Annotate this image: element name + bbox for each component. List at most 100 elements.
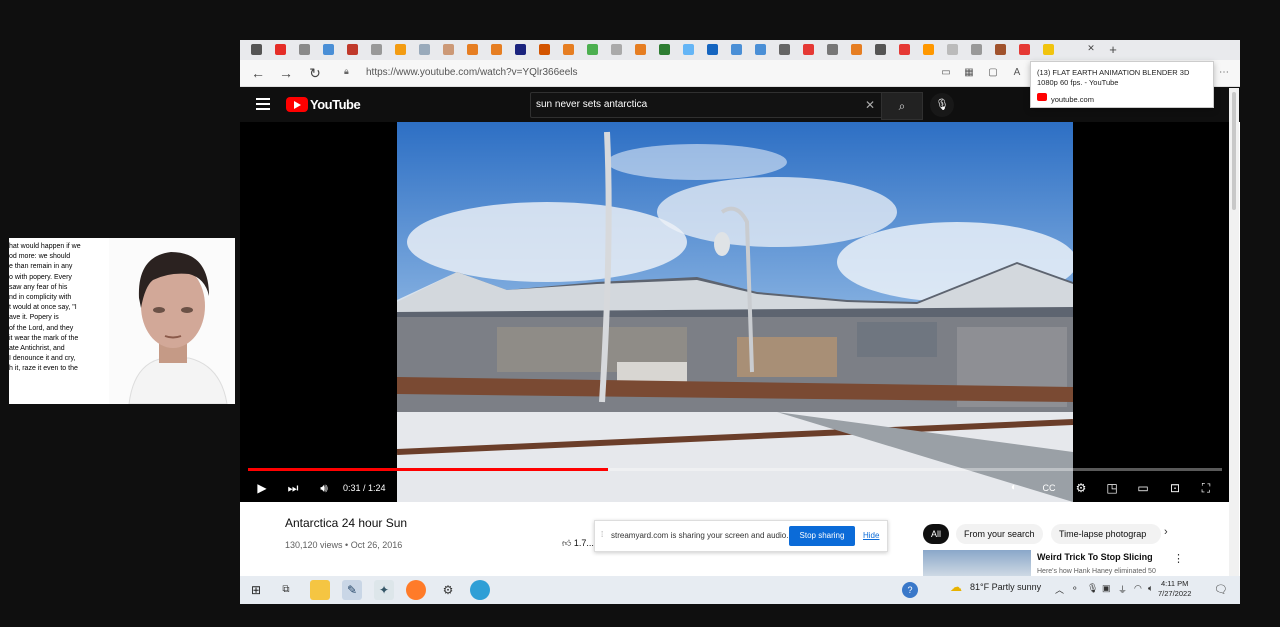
- search-button[interactable]: ⌕: [881, 92, 923, 120]
- chip-all[interactable]: All: [923, 524, 950, 544]
- chip-time-lapse[interactable]: Time-lapse photograp: [1051, 524, 1161, 544]
- browser-tab[interactable]: [848, 43, 864, 57]
- chip-from-your-search[interactable]: From your search: [956, 524, 1043, 544]
- browser-tab[interactable]: [440, 43, 456, 57]
- recommendation-title[interactable]: Weird Trick To Stop Slicing: [1037, 552, 1153, 562]
- reader-icon[interactable]: A: [1010, 66, 1024, 80]
- read-aloud-icon[interactable]: ▭: [939, 66, 953, 80]
- browser-tab[interactable]: [368, 43, 384, 57]
- network-tray-icon[interactable]: ⏚: [1118, 583, 1127, 596]
- progress-bar[interactable]: [248, 468, 1222, 471]
- tray-expand-icon[interactable]: ︿: [1055, 583, 1064, 596]
- url-field[interactable]: https://www.youtube.com/watch?v=YQlr366e…: [338, 63, 928, 83]
- like-count: 1.7...: [573, 538, 594, 548]
- browser-tab[interactable]: [560, 43, 576, 57]
- weather-text[interactable]: 81°F Partly sunny: [970, 582, 1041, 592]
- next-icon[interactable]: ⏭: [283, 478, 303, 498]
- drag-handle-icon[interactable]: ⁞: [601, 530, 603, 539]
- volume-icon[interactable]: 🔊︎: [314, 478, 334, 498]
- browser-tab[interactable]: [776, 43, 792, 57]
- browser-tab[interactable]: [272, 43, 288, 57]
- browser-tab[interactable]: [416, 43, 432, 57]
- tab-favicon-icon: [970, 44, 982, 55]
- browser-tab[interactable]: [656, 43, 672, 57]
- webcam-text-line: hat would happen if we: [9, 243, 81, 250]
- browser-tab[interactable]: [1040, 43, 1056, 57]
- notifications-icon[interactable]: 🗨︎: [1214, 583, 1228, 596]
- tab-favicon-icon: [298, 44, 310, 55]
- browser-tab[interactable]: [992, 43, 1008, 57]
- settings-app-icon[interactable]: ⚙: [438, 580, 458, 600]
- firefox-icon[interactable]: [406, 580, 426, 600]
- hide-button[interactable]: Hide: [863, 531, 879, 540]
- new-tab-button[interactable]: +: [1105, 43, 1121, 57]
- browser-tab[interactable]: [920, 43, 936, 57]
- browser-tab[interactable]: [296, 43, 312, 57]
- tray-icon-1[interactable]: ⚬: [1071, 583, 1079, 594]
- tab-favicon-icon: [490, 44, 502, 55]
- browser-tab[interactable]: [248, 43, 264, 57]
- forward-icon[interactable]: →: [277, 64, 295, 82]
- tab-close-icon[interactable]: ✕: [1083, 43, 1099, 57]
- browser-tab[interactable]: [1016, 43, 1032, 57]
- page-scrollbar[interactable]: [1229, 88, 1239, 576]
- help-icon[interactable]: ?: [902, 582, 918, 598]
- scrollbar-thumb[interactable]: [1232, 92, 1236, 210]
- clock[interactable]: 4:11 PM 7/27/2022: [1158, 579, 1191, 599]
- browser-tab[interactable]: [824, 43, 840, 57]
- edge-icon[interactable]: [470, 580, 490, 600]
- refresh-icon[interactable]: ↻: [306, 64, 324, 82]
- recommendation-thumbnail[interactable]: [923, 550, 1031, 576]
- play-icon[interactable]: ▶: [252, 478, 272, 498]
- tab-favicon-icon: [1018, 44, 1030, 55]
- browser-tab[interactable]: [944, 43, 960, 57]
- browser-tab[interactable]: [320, 43, 336, 57]
- browser-tab[interactable]: [512, 43, 528, 57]
- browser-tab[interactable]: [632, 43, 648, 57]
- cast-icon[interactable]: ⊡: [1164, 478, 1186, 498]
- start-icon[interactable]: ⊞: [246, 580, 266, 600]
- browser-tab[interactable]: [344, 43, 360, 57]
- theater-mode-icon[interactable]: ▭: [1132, 478, 1154, 498]
- miniplayer-icon[interactable]: ◳: [1101, 478, 1123, 498]
- menu-icon[interactable]: [256, 98, 270, 110]
- mic-icon[interactable]: 🎙︎: [930, 93, 954, 117]
- apps-icon[interactable]: ▦: [962, 66, 976, 80]
- browser-tab[interactable]: [488, 43, 504, 57]
- browser-tab[interactable]: [896, 43, 912, 57]
- browser-tab[interactable]: [872, 43, 888, 57]
- video-player[interactable]: ▶ ⏭ 🔊︎ 0:31 / 1:24 ◐ CC ⚙ ◳ ▭ ⊡ ⛶: [240, 122, 1230, 502]
- speaker-icon[interactable]: 🔈︎: [1148, 583, 1153, 594]
- browser-tab[interactable]: [584, 43, 600, 57]
- clear-search-icon[interactable]: ✕: [865, 93, 875, 117]
- chips-next-icon[interactable]: ›: [1164, 526, 1168, 538]
- browser-tab[interactable]: [608, 43, 624, 57]
- recommendation-menu-icon[interactable]: ⋮: [1173, 552, 1184, 565]
- search-input[interactable]: sun never sets antarctica ✕: [530, 92, 882, 118]
- browser-tab[interactable]: [536, 43, 552, 57]
- wifi-icon[interactable]: ◠: [1134, 583, 1142, 594]
- app-icon[interactable]: ✦: [374, 580, 394, 600]
- back-icon[interactable]: ←: [249, 64, 267, 82]
- like-button[interactable]: 👍︎ 1.7...: [562, 538, 594, 549]
- more-icon[interactable]: ⋯: [1217, 66, 1231, 80]
- mic-tray-icon[interactable]: 🎙︎: [1087, 583, 1098, 594]
- browser-tab[interactable]: [704, 43, 720, 57]
- split-screen-icon[interactable]: ▢: [986, 66, 1000, 80]
- task-view-icon[interactable]: ⧉: [276, 580, 296, 600]
- browser-tab[interactable]: [752, 43, 768, 57]
- settings-icon[interactable]: ⚙: [1070, 478, 1092, 498]
- browser-tab[interactable]: [464, 43, 480, 57]
- browser-tab[interactable]: [800, 43, 816, 57]
- browser-tab[interactable]: [392, 43, 408, 57]
- file-explorer-icon[interactable]: [310, 580, 330, 600]
- captions-icon[interactable]: CC: [1038, 478, 1060, 498]
- display-tray-icon[interactable]: ▣: [1102, 583, 1111, 594]
- browser-tab[interactable]: [680, 43, 696, 57]
- stop-sharing-button[interactable]: Stop sharing: [789, 526, 855, 546]
- autoplay-toggle[interactable]: ◐: [1002, 478, 1026, 498]
- browser-tab[interactable]: [728, 43, 744, 57]
- notepad-icon[interactable]: ✎: [342, 580, 362, 600]
- browser-tab[interactable]: [968, 43, 984, 57]
- fullscreen-icon[interactable]: ⛶: [1195, 478, 1217, 498]
